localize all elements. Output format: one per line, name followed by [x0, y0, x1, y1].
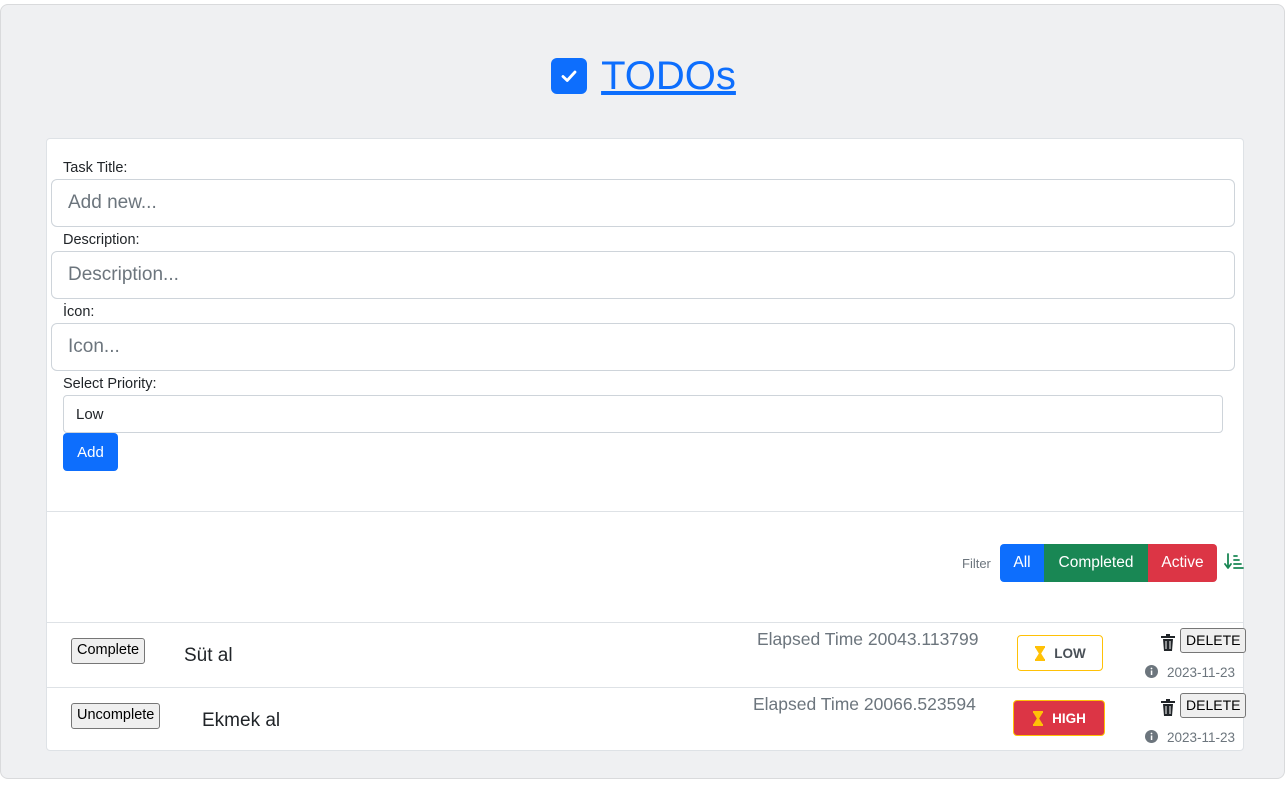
priority-label: Select Priority:: [63, 376, 157, 392]
icon-input[interactable]: Icon...: [51, 323, 1235, 371]
delete-button[interactable]: DELETE: [1180, 693, 1247, 719]
todo-title: Ekmek al: [202, 710, 281, 731]
priority-select-value: Low: [76, 405, 104, 423]
uncomplete-button[interactable]: Uncomplete: [71, 703, 161, 729]
checkbox-icon: [551, 58, 588, 94]
task-title-label: Task Title:: [63, 160, 128, 176]
filter-all-button[interactable]: All: [1000, 544, 1044, 582]
todo-row: Complete Süt al Elapsed Time 20043.11379…: [47, 623, 1247, 687]
app-container: TODOs Task Title: Add new... Description…: [0, 4, 1285, 779]
task-title-input[interactable]: Add new...: [51, 179, 1235, 227]
elapsed-time: Elapsed Time 20043.113799: [757, 629, 979, 649]
icon-label: İcon:: [63, 304, 95, 320]
hourglass-icon: [1033, 710, 1044, 726]
delete-button[interactable]: DELETE: [1180, 628, 1247, 654]
priority-badge: HIGH: [1013, 700, 1105, 736]
todo-title: Süt al: [184, 645, 233, 666]
priority-badge-label: LOW: [1054, 645, 1086, 661]
complete-button[interactable]: Complete: [71, 638, 146, 664]
add-button[interactable]: Add: [63, 433, 118, 471]
filter-completed-button[interactable]: Completed: [1044, 544, 1148, 582]
filter-label: Filter: [962, 556, 991, 571]
app-title-link[interactable]: TODOs: [601, 56, 736, 96]
description-label: Description:: [63, 232, 140, 248]
todo-card: Task Title: Add new... Description: Desc…: [46, 138, 1247, 752]
elapsed-time: Elapsed Time 20066.523594: [753, 694, 976, 714]
filter-active-button[interactable]: Active: [1148, 544, 1217, 582]
description-input[interactable]: Description...: [51, 251, 1235, 299]
task-title-placeholder: Add new...: [68, 192, 157, 213]
hourglass-icon: [1035, 645, 1046, 661]
todo-date: 2023-11-23: [1167, 730, 1236, 745]
priority-badge: LOW: [1017, 635, 1103, 671]
info-icon: [1145, 730, 1158, 743]
info-icon: [1145, 665, 1158, 678]
trash-icon[interactable]: [1160, 699, 1176, 717]
todo-date: 2023-11-23: [1167, 665, 1236, 680]
icon-placeholder: Icon...: [68, 336, 120, 357]
description-placeholder: Description...: [68, 264, 179, 285]
priority-select[interactable]: Low: [63, 395, 1223, 433]
sort-down-icon[interactable]: [1224, 552, 1244, 572]
form-divider: [47, 511, 1243, 512]
trash-icon[interactable]: [1160, 634, 1176, 652]
todo-row: Uncomplete Ekmek al Elapsed Time 20066.5…: [47, 688, 1247, 752]
app-header: TODOs: [1, 51, 1285, 101]
priority-badge-label: HIGH: [1052, 710, 1086, 726]
